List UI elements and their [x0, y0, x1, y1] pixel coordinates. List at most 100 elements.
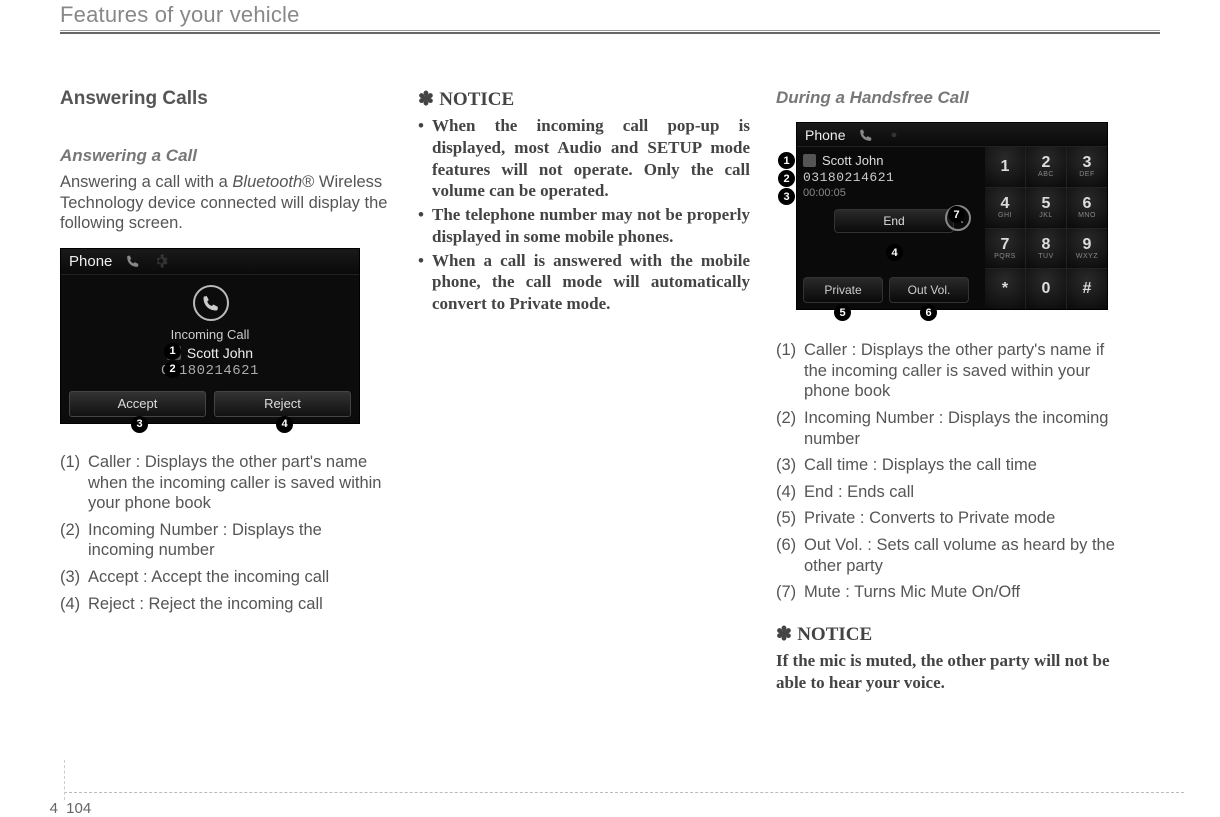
- list-item: (1)Caller : Displays the other part's na…: [60, 452, 392, 514]
- list-text: The telephone number may not be properly…: [432, 204, 750, 248]
- page-footer: 4 104: [0, 792, 1220, 793]
- key-3[interactable]: 3DEF: [1067, 147, 1107, 187]
- key-1[interactable]: 1: [985, 147, 1025, 187]
- list-text: Reject : Reject the incoming call: [88, 594, 392, 615]
- heading-answering-calls: Answering Calls: [60, 88, 392, 110]
- list-number: (1): [776, 340, 804, 402]
- key-hash[interactable]: #: [1067, 269, 1107, 309]
- list-number: (6): [776, 535, 804, 576]
- list-text: Call time : Displays the call time: [804, 455, 1128, 476]
- column-2: ✽ NOTICE •When the incoming call pop-up …: [418, 88, 750, 693]
- settings-icon: [887, 128, 901, 142]
- key-5[interactable]: 5JKL: [1026, 188, 1066, 228]
- callout-6: 6: [920, 304, 937, 321]
- topbar: Phone: [61, 249, 359, 275]
- key-6[interactable]: 6MNO: [1067, 188, 1107, 228]
- accept-button[interactable]: Accept: [69, 391, 206, 417]
- phone-icon: [859, 128, 873, 142]
- registered-mark: ®: [302, 173, 314, 191]
- incoming-call-label: Incoming Call: [61, 327, 359, 342]
- subheading-during-call: During a Handsfree Call: [776, 88, 1128, 108]
- person-icon: [803, 154, 816, 167]
- list-text: Private : Converts to Private mode: [804, 508, 1128, 529]
- incoming-call-legend: (1)Caller : Displays the other part's na…: [60, 452, 392, 614]
- handset-circle-icon: [193, 285, 229, 321]
- list-item: (3)Accept : Accept the incoming call: [60, 567, 392, 588]
- list-item: (3)Call time : Displays the call time: [776, 455, 1128, 476]
- notice-star-icon: ✽: [418, 89, 439, 110]
- private-button[interactable]: Private: [803, 277, 883, 303]
- list-item: (5)Private : Converts to Private mode: [776, 508, 1128, 529]
- list-number: (3): [60, 567, 88, 588]
- page-header: Features of your vehicle: [60, 0, 1160, 34]
- figure-incoming-call: Phone Incoming Call Scott John 031802146…: [60, 248, 392, 424]
- notice-star-icon: ✽: [776, 624, 797, 645]
- key-0[interactable]: 0: [1026, 269, 1066, 309]
- reject-button[interactable]: Reject: [214, 391, 351, 417]
- bullet-icon: •: [418, 115, 432, 202]
- callout-7: 7: [948, 206, 965, 223]
- vertical-dash: [64, 760, 65, 800]
- key-4[interactable]: 4GHI: [985, 188, 1025, 228]
- bottom-buttons: Private Out Vol.: [803, 277, 969, 303]
- list-item: •When the incoming call pop-up is displa…: [418, 115, 750, 202]
- list-text: Caller : Displays the other part's name …: [88, 452, 392, 514]
- caller-name: Scott John: [822, 153, 883, 168]
- footer-divider: [64, 792, 1184, 793]
- caller-row: Scott John: [61, 345, 359, 361]
- notice-list: •When the incoming call pop-up is displa…: [418, 115, 750, 315]
- key-2[interactable]: 2ABC: [1026, 147, 1066, 187]
- callout-3: 3: [131, 416, 148, 433]
- bullet-icon: •: [418, 250, 432, 315]
- list-item: (2)Incoming Number : Displays the incomi…: [776, 408, 1128, 449]
- callout-2: 2: [164, 361, 181, 378]
- list-number: (7): [776, 582, 804, 603]
- callout-4: 4: [886, 244, 903, 261]
- key-7[interactable]: 7PQRS: [985, 229, 1025, 269]
- list-number: (1): [60, 452, 88, 514]
- callout-5: 5: [834, 304, 851, 321]
- phone-icon: [126, 254, 140, 268]
- settings-icon: [154, 254, 168, 268]
- figure-during-call: Phone Scott John 03180214621 00:00:05: [776, 122, 1108, 310]
- caller-row: Scott John: [803, 153, 985, 168]
- list-item: (4)End : Ends call: [776, 482, 1128, 503]
- bluetooth-word: Bluetooth: [232, 173, 302, 191]
- page: Features of your vehicle Answering Calls…: [0, 0, 1220, 811]
- key-star[interactable]: *: [985, 269, 1025, 309]
- list-text: When the incoming call pop-up is display…: [432, 115, 750, 202]
- notice-text: If the mic is muted, the other party wil…: [776, 650, 1128, 694]
- list-text: Accept : Accept the incoming call: [88, 567, 392, 588]
- callout-3: 3: [778, 188, 795, 205]
- notice-label: NOTICE: [439, 89, 514, 110]
- column-1: Answering Calls Answering a Call Answeri…: [60, 88, 392, 693]
- list-item: •When a call is answered with the mobile…: [418, 250, 750, 315]
- header-divider-thick: [60, 32, 1160, 34]
- list-number: (4): [60, 594, 88, 615]
- screenshot-incoming-call: Phone Incoming Call Scott John 031802146…: [60, 248, 360, 424]
- header-divider-thin: [60, 30, 1160, 31]
- list-text: Caller : Displays the other party's name…: [804, 340, 1128, 402]
- bullet-icon: •: [418, 204, 432, 248]
- key-8[interactable]: 8TUV: [1026, 229, 1066, 269]
- topbar: Phone: [797, 123, 1107, 147]
- list-item: •The telephone number may not be properl…: [418, 204, 750, 248]
- list-text: Out Vol. : Sets call volume as heard by …: [804, 535, 1128, 576]
- phone-label: Phone: [805, 127, 845, 143]
- page-number: 4 104: [40, 800, 91, 817]
- header-title: Features of your vehicle: [60, 2, 1160, 28]
- caller-name: Scott John: [187, 345, 253, 361]
- page-num: 104: [66, 800, 91, 817]
- dial-keypad: 1 2ABC 3DEF 4GHI 5JKL 6MNO 7PQRS 8TUV 9W…: [985, 147, 1107, 309]
- outvol-button[interactable]: Out Vol.: [889, 277, 969, 303]
- list-text: Incoming Number : Displays the incoming …: [804, 408, 1128, 449]
- section-number: 4: [40, 800, 58, 817]
- end-button[interactable]: End: [834, 209, 954, 233]
- list-item: (7)Mute : Turns Mic Mute On/Off: [776, 582, 1128, 603]
- callout-2: 2: [778, 170, 795, 187]
- key-9[interactable]: 9WXYZ: [1067, 229, 1107, 269]
- text: Answering a call with a: [60, 173, 232, 191]
- list-number: (2): [60, 520, 88, 561]
- caller-number: 03180214621: [61, 363, 359, 379]
- callout-1: 1: [778, 152, 795, 169]
